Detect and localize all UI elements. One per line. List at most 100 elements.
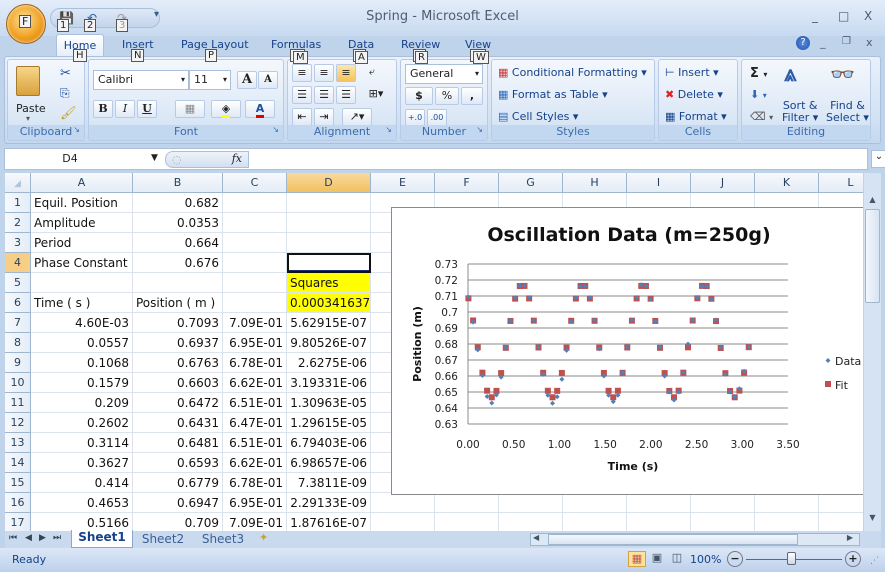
row-header-4[interactable]: 4 — [5, 253, 31, 273]
cell-a2[interactable]: Amplitude — [31, 213, 133, 233]
resize-grip-icon[interactable]: ⋰ — [870, 556, 879, 566]
cell-b9[interactable]: 0.6763 — [133, 353, 223, 373]
column-header-h[interactable]: H — [563, 173, 627, 193]
align-right-icon[interactable]: ☰ — [336, 86, 356, 104]
format-cells-button[interactable]: ▦ Format ▾ — [665, 110, 727, 123]
cell-b12[interactable]: 0.6431 — [133, 413, 223, 433]
cell-d11[interactable]: 1.30963E-05 — [287, 393, 371, 413]
comma-button[interactable]: , — [461, 87, 483, 105]
merge-center-icon[interactable]: ⊞▾ — [362, 86, 390, 104]
cell-d13[interactable]: 6.79403E-06 — [287, 433, 371, 453]
row-header-3[interactable]: 3 — [5, 233, 31, 253]
close-workbook-button[interactable]: x — [866, 36, 873, 49]
horizontal-scroll-thumb[interactable] — [548, 534, 798, 545]
row-header-16[interactable]: 16 — [5, 493, 31, 513]
cut-icon[interactable]: ✂ — [60, 66, 71, 81]
cell-d9[interactable]: 2.6275E-06 — [287, 353, 371, 373]
cell-a10[interactable]: 0.1579 — [31, 373, 133, 393]
prev-sheet-button[interactable]: ◀ — [25, 533, 32, 543]
copy-icon[interactable]: ⎘ — [60, 86, 70, 101]
cell-d6[interactable]: 0.000341637 — [287, 293, 371, 313]
insert-sheet-icon[interactable]: ✦ — [259, 531, 268, 544]
cell-b16[interactable]: 0.6947 — [133, 493, 223, 513]
cell-d8[interactable]: 9.80526E-07 — [287, 333, 371, 353]
cell-c7[interactable]: 7.09E-01 — [223, 313, 287, 333]
grow-font-button[interactable]: A — [237, 71, 257, 89]
formula-input[interactable] — [251, 149, 861, 169]
cell-c10[interactable]: 6.62E-01 — [223, 373, 287, 393]
cell-c11[interactable]: 6.51E-01 — [223, 393, 287, 413]
cell-a17[interactable]: 0.5166 — [31, 513, 133, 531]
cell-h17[interactable] — [563, 513, 627, 531]
next-sheet-button[interactable]: ▶ — [39, 533, 46, 543]
cell-b11[interactable]: 0.6472 — [133, 393, 223, 413]
first-sheet-button[interactable]: ⏮ — [9, 533, 17, 543]
row-header-14[interactable]: 14 — [5, 453, 31, 473]
binoculars-icon[interactable]: 👓 — [830, 62, 855, 86]
dialog-launcher-icon[interactable]: ↘ — [73, 125, 80, 134]
cell-b10[interactable]: 0.6603 — [133, 373, 223, 393]
cell-d5[interactable]: Squares — [287, 273, 371, 293]
worksheet-grid[interactable]: ◢ A B C D E F G H I J K L 1 Equil. Position 0.682 2 Ampli… — [5, 173, 863, 531]
page-break-view-button[interactable]: ◫ — [668, 551, 686, 567]
cell-b5[interactable] — [133, 273, 223, 293]
cell-e17[interactable] — [371, 513, 435, 531]
ribbon-minimize-button[interactable]: _ — [820, 36, 826, 49]
cell-a4[interactable]: Phase Constant — [31, 253, 133, 273]
zoom-level[interactable]: 100% — [690, 553, 721, 566]
close-button[interactable]: X — [864, 9, 872, 23]
align-center-icon[interactable]: ☰ — [314, 86, 334, 104]
normal-view-button[interactable]: ▦ — [628, 551, 646, 567]
font-name-select[interactable]: Calibri ▾ — [93, 70, 189, 90]
cell-a3[interactable]: Period — [31, 233, 133, 253]
cell-a1[interactable]: Equil. Position — [31, 193, 133, 213]
cell-b3[interactable]: 0.664 — [133, 233, 223, 253]
dialog-launcher-icon[interactable]: ↘ — [476, 125, 483, 134]
dialog-launcher-icon[interactable]: ↘ — [385, 125, 392, 134]
column-header-i[interactable]: I — [627, 173, 691, 193]
zoom-slider-thumb[interactable] — [787, 552, 796, 565]
cell-a6[interactable]: Time ( s ) — [31, 293, 133, 313]
scroll-right-button[interactable]: ▶ — [847, 533, 853, 542]
cell-d16[interactable]: 2.29133E-09 — [287, 493, 371, 513]
wrap-text-icon[interactable]: ⤶ — [362, 64, 382, 82]
paste-button[interactable]: Paste — [16, 102, 46, 115]
cell-c17[interactable]: 7.09E-01 — [223, 513, 287, 531]
scroll-left-button[interactable]: ◀ — [533, 533, 539, 542]
help-icon[interactable]: ? — [796, 36, 810, 50]
dialog-launcher-icon[interactable]: ↘ — [272, 125, 279, 134]
cell-b8[interactable]: 0.6937 — [133, 333, 223, 353]
cell-a15[interactable]: 0.414 — [31, 473, 133, 493]
sort-filter-button[interactable]: Sort & Filter ▾ — [782, 100, 818, 124]
cell-c1[interactable] — [223, 193, 287, 213]
cell-b15[interactable]: 0.6779 — [133, 473, 223, 493]
row-header-9[interactable]: 9 — [5, 353, 31, 373]
cell-k17[interactable] — [755, 513, 819, 531]
cell-c13[interactable]: 6.51E-01 — [223, 433, 287, 453]
font-size-select[interactable]: 11 ▾ — [189, 70, 231, 90]
paste-icon[interactable] — [16, 66, 40, 96]
format-as-table-button[interactable]: ▦ Format as Table ▾ — [498, 88, 608, 101]
select-all-button[interactable]: ◢ — [5, 173, 31, 193]
font-color-button[interactable]: A — [245, 100, 275, 118]
italic-button[interactable]: I — [115, 100, 135, 118]
underline-button[interactable]: U — [137, 100, 157, 118]
cell-c14[interactable]: 6.62E-01 — [223, 453, 287, 473]
vertical-scroll-thumb[interactable] — [865, 209, 880, 303]
cell-a7[interactable]: 4.60E-03 — [31, 313, 133, 333]
shrink-font-button[interactable]: A — [258, 71, 278, 89]
column-header-j[interactable]: J — [691, 173, 755, 193]
cell-b1[interactable]: 0.682 — [133, 193, 223, 213]
cell-b14[interactable]: 0.6593 — [133, 453, 223, 473]
cell-d12[interactable]: 1.29615E-05 — [287, 413, 371, 433]
column-header-d[interactable]: D — [287, 173, 371, 193]
cell-a16[interactable]: 0.4653 — [31, 493, 133, 513]
percent-button[interactable]: % — [435, 87, 459, 105]
cell-g17[interactable] — [499, 513, 563, 531]
clear-button[interactable]: ⌫ ▾ — [750, 110, 773, 123]
row-header-5[interactable]: 5 — [5, 273, 31, 293]
expand-formula-bar-button[interactable]: ⌄ — [871, 150, 885, 168]
delete-cells-button[interactable]: ✖ Delete ▾ — [665, 88, 723, 101]
align-middle-icon[interactable]: ≡ — [314, 64, 334, 82]
zoom-out-button[interactable]: − — [727, 551, 743, 567]
